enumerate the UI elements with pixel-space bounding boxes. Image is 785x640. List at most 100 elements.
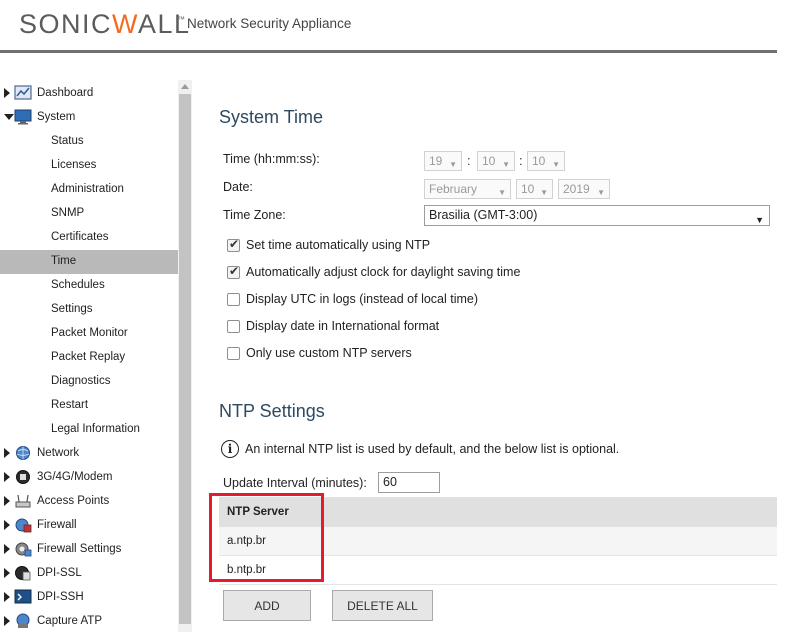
sidebar-subitem-snmp[interactable]: SNMP xyxy=(0,202,178,226)
sidebar-subitem-restart[interactable]: Restart xyxy=(0,394,178,418)
expand-arrow-icon[interactable] xyxy=(4,616,10,626)
sidebar-subitem-packet-monitor[interactable]: Packet Monitor xyxy=(0,322,178,346)
day-select[interactable]: 10 ▼ xyxy=(516,179,553,199)
dpi-ssh-icon xyxy=(14,589,32,604)
chevron-down-icon: ▼ xyxy=(449,160,457,169)
sidebar-subitem-time[interactable]: Time xyxy=(0,250,178,274)
second-select[interactable]: 10 ▼ xyxy=(527,151,565,171)
sonicwall-logo: SONICWALL ™ xyxy=(19,9,191,39)
subitem-label: Licenses xyxy=(51,159,97,171)
time-separator: : xyxy=(519,153,523,168)
day-value: 10 xyxy=(521,182,535,196)
sidebar-item-dpi-ssl[interactable]: DPI-SSL xyxy=(0,561,178,585)
minute-select[interactable]: 10 ▼ xyxy=(477,151,515,171)
custom-ntp-checkbox-row[interactable]: Only use custom NTP servers xyxy=(227,344,412,362)
capture-atp-icon xyxy=(16,613,30,628)
sidebar-item-label: Network xyxy=(37,447,80,459)
expand-arrow-icon[interactable] xyxy=(4,448,10,458)
sidebar-item-label: Capture ATP xyxy=(37,615,102,627)
sidebar-subitem-settings[interactable]: Settings xyxy=(0,298,178,322)
expand-arrow-icon[interactable] xyxy=(4,496,10,506)
subitem-label: Time xyxy=(51,255,77,267)
chevron-down-icon: ▼ xyxy=(755,215,764,225)
date-label: Date: xyxy=(223,180,253,194)
chevron-down-icon: ▼ xyxy=(502,160,510,169)
subitem-label: SNMP xyxy=(51,207,85,219)
subitem-label: Packet Monitor xyxy=(51,327,128,339)
checkbox-label: Only use custom NTP servers xyxy=(246,346,412,360)
expand-arrow-icon[interactable] xyxy=(4,472,10,482)
sidebar-item-label: Firewall xyxy=(37,519,77,531)
sidebar-subitem-licenses[interactable]: Licenses xyxy=(0,154,178,178)
dpi-ssl-icon xyxy=(15,566,31,581)
sidebar-item-label: Firewall Settings xyxy=(37,543,122,555)
collapse-arrow-icon[interactable] xyxy=(4,114,14,120)
chevron-down-icon: ▼ xyxy=(498,188,506,197)
ntp-info-text: An internal NTP list is used by default,… xyxy=(245,442,620,456)
dashboard-icon xyxy=(14,85,32,100)
subitem-label: Certificates xyxy=(51,231,109,243)
subitem-label: Packet Replay xyxy=(51,351,126,363)
scroll-up-icon[interactable] xyxy=(181,84,189,89)
sidebar-subitem-packet-replay[interactable]: Packet Replay xyxy=(0,346,178,370)
sidebar-item-dashboard[interactable]: Dashboard xyxy=(0,81,178,105)
ntp-info-row: i An internal NTP list is used by defaul… xyxy=(221,440,619,458)
sidebar-item-label: DPI-SSL xyxy=(37,567,82,579)
delete-all-button[interactable]: DELETE ALL xyxy=(332,590,433,621)
checkbox-label: Automatically adjust clock for daylight … xyxy=(246,265,521,279)
sidebar-item-access-points[interactable]: Access Points xyxy=(0,489,178,513)
sidebar-item-capture-atp[interactable]: Capture ATP xyxy=(0,609,178,633)
subitem-label: Settings xyxy=(51,303,93,315)
dst-checkbox[interactable]: ✔ xyxy=(227,264,240,279)
sidebar-item-label: 3G/4G/Modem xyxy=(37,471,113,483)
custom-ntp-checkbox[interactable] xyxy=(227,346,240,360)
sidebar-item-label: Access Points xyxy=(37,495,110,507)
logo-text: SONICWALL xyxy=(19,8,191,39)
sidebar-item-modem[interactable]: 3G/4G/Modem xyxy=(0,465,178,489)
sidebar-item-firewall[interactable]: Firewall xyxy=(0,513,178,537)
utc-logs-checkbox-row[interactable]: Display UTC in logs (instead of local ti… xyxy=(227,290,478,308)
second-value: 10 xyxy=(532,154,546,168)
sidebar-subitem-schedules[interactable]: Schedules xyxy=(0,274,178,298)
expand-arrow-icon[interactable] xyxy=(4,568,10,578)
subitem-label: Legal Information xyxy=(51,423,140,435)
subitem-label: Restart xyxy=(51,399,89,411)
sidebar-subitem-certificates[interactable]: Certificates xyxy=(0,226,178,250)
add-button[interactable]: ADD xyxy=(223,590,311,621)
sidebar-item-label: Dashboard xyxy=(37,87,94,99)
expand-arrow-icon[interactable] xyxy=(4,592,10,602)
annotation-highlight-box xyxy=(209,493,324,582)
intl-date-checkbox[interactable] xyxy=(227,319,240,333)
hour-select[interactable]: 19 ▼ xyxy=(424,151,462,171)
sidebar-subitem-administration[interactable]: Administration xyxy=(0,178,178,202)
ntp-auto-checkbox[interactable]: ✔ xyxy=(227,237,240,252)
subitem-label: Schedules xyxy=(51,279,105,291)
expand-arrow-icon[interactable] xyxy=(4,88,10,98)
sidebar-item-label: DPI-SSH xyxy=(37,591,84,603)
dst-checkbox-row[interactable]: ✔ Automatically adjust clock for dayligh… xyxy=(227,263,520,281)
ntp-settings-title: NTP Settings xyxy=(219,401,325,421)
modem-icon xyxy=(16,470,30,484)
utc-logs-checkbox[interactable] xyxy=(227,292,240,306)
sidebar-item-system[interactable]: System xyxy=(0,105,178,129)
intl-date-checkbox-row[interactable]: Display date in International format xyxy=(227,317,439,335)
expand-arrow-icon[interactable] xyxy=(4,544,10,554)
month-select[interactable]: February ▼ xyxy=(424,179,511,199)
main-content: System Time Time (hh:mm:ss): 19 ▼ : 10 ▼… xyxy=(192,80,785,640)
year-select[interactable]: 2019 ▼ xyxy=(558,179,610,199)
sidebar-item-dpi-ssh[interactable]: DPI-SSH xyxy=(0,585,178,609)
update-interval-input[interactable]: 60 xyxy=(378,472,440,493)
ntp-auto-checkbox-row[interactable]: ✔ Set time automatically using NTP xyxy=(227,236,430,254)
expand-arrow-icon[interactable] xyxy=(4,520,10,530)
sidebar-subitem-diagnostics[interactable]: Diagnostics xyxy=(0,370,178,394)
sidebar-item-firewall-settings[interactable]: Firewall Settings xyxy=(0,537,178,561)
sidebar-subitem-status[interactable]: Status xyxy=(0,130,178,154)
app-title: Network Security Appliance xyxy=(187,16,352,31)
sidebar-item-network[interactable]: Network xyxy=(0,441,178,465)
access-point-icon xyxy=(15,494,31,508)
system-time-title: System Time xyxy=(219,107,324,127)
sidebar-subitem-legal-information[interactable]: Legal Information xyxy=(0,418,178,442)
timezone-select[interactable]: Brasilia (GMT-3:00) ▼ xyxy=(424,205,770,226)
scrollbar-thumb[interactable] xyxy=(179,94,191,624)
sidebar-scrollbar[interactable] xyxy=(178,80,192,632)
